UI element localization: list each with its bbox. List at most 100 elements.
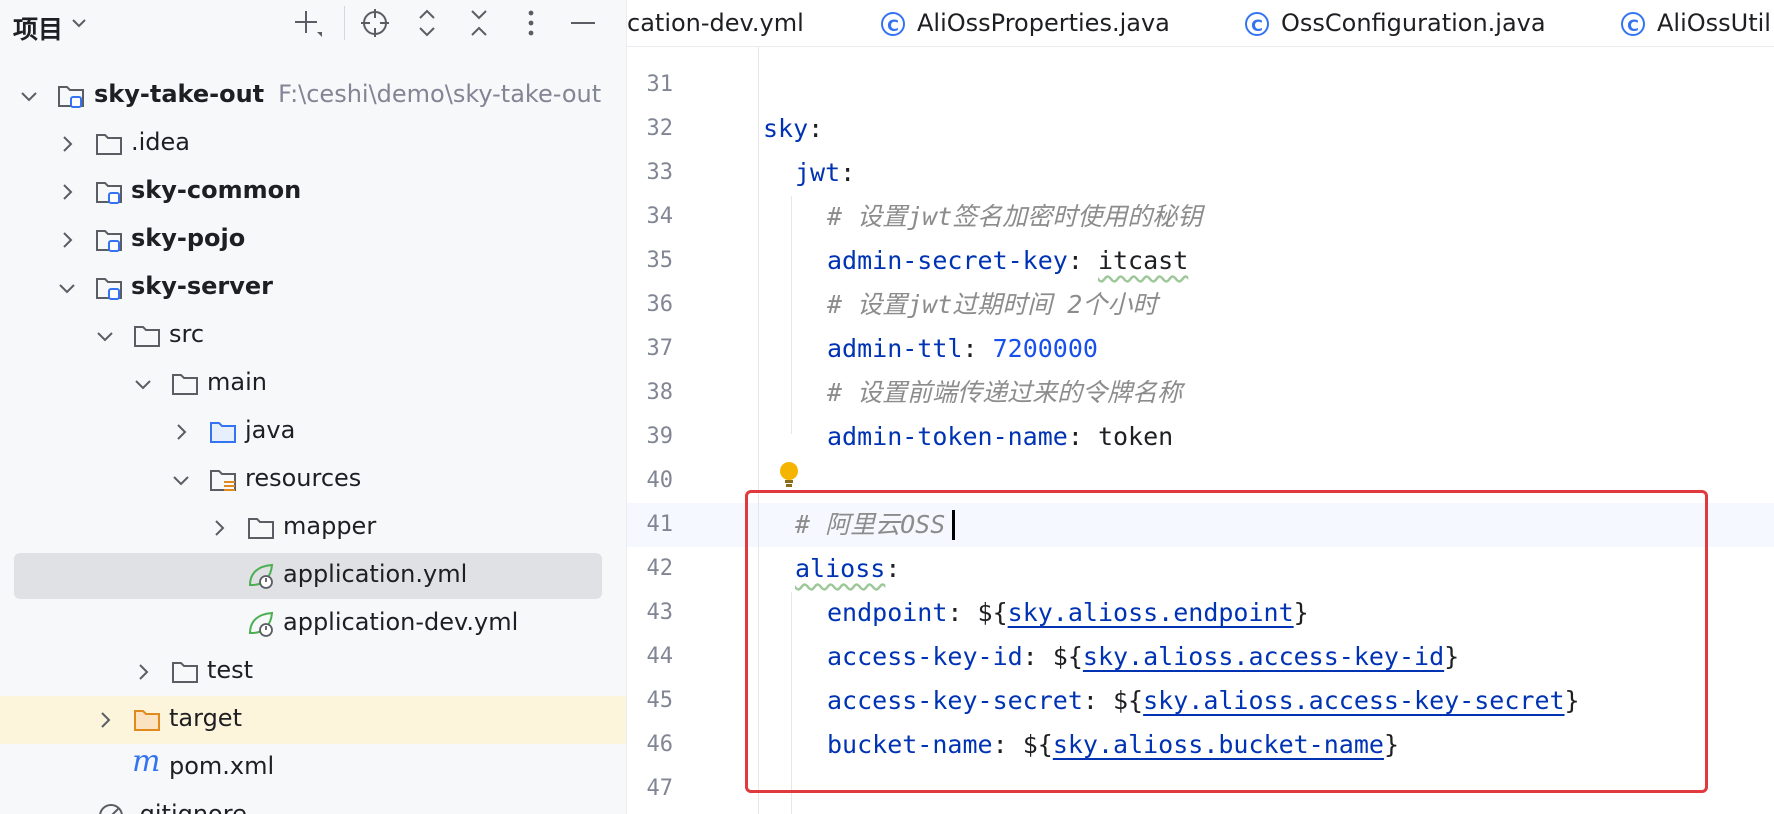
line-number[interactable]: 32 bbox=[627, 107, 674, 151]
line-number[interactable]: 43 bbox=[627, 591, 674, 635]
tree-item-sky-take-out[interactable]: sky-take-out F:\ceshi\demo\sky-take-out bbox=[0, 72, 626, 120]
tree-item-label: main bbox=[207, 368, 267, 396]
folder-icon bbox=[172, 662, 198, 683]
chevron-right-icon[interactable] bbox=[170, 421, 192, 443]
line-number[interactable]: 47 bbox=[627, 767, 674, 811]
tree-item-label: mapper bbox=[283, 512, 377, 540]
excluded-folder-icon bbox=[134, 710, 160, 731]
tree-item-label: java bbox=[245, 416, 296, 444]
tree-item-sky-server[interactable]: sky-server bbox=[0, 264, 626, 312]
tree-item-sky-common[interactable]: sky-common bbox=[0, 168, 626, 216]
line-number[interactable]: 35 bbox=[627, 239, 674, 283]
spring-yaml-icon bbox=[248, 563, 274, 589]
project-panel-header: 项目 bbox=[0, 0, 626, 46]
line-number[interactable]: 33 bbox=[627, 151, 674, 195]
code-editor[interactable]: cation-dev.yml C AliOssProperties.java CO… bbox=[627, 0, 1774, 814]
tree-item-label: application-dev.yml bbox=[283, 608, 519, 636]
tree-item-idea[interactable]: .idea bbox=[0, 120, 626, 168]
line-number[interactable]: 31 bbox=[627, 63, 674, 107]
line-number[interactable]: 46 bbox=[627, 723, 674, 767]
tree-item-src[interactable]: src bbox=[0, 312, 626, 360]
locate-icon[interactable] bbox=[358, 6, 392, 40]
line-number[interactable]: 44 bbox=[627, 635, 674, 679]
chevron-down-icon[interactable] bbox=[70, 14, 88, 32]
tree-item-gitignore[interactable]: .gitignore bbox=[0, 792, 626, 814]
chevron-down-icon[interactable] bbox=[18, 85, 40, 107]
chevron-down-icon[interactable] bbox=[94, 325, 116, 347]
code-line-37: admin-ttl: 7200000 bbox=[827, 334, 1098, 363]
collapse-all-icon[interactable] bbox=[462, 6, 496, 40]
tree-item-label: .idea bbox=[131, 128, 191, 156]
tree-item-test[interactable]: test bbox=[0, 648, 626, 696]
indent-guide bbox=[791, 196, 792, 434]
code-line-39: admin-token-name: token bbox=[827, 422, 1174, 451]
module-folder-icon bbox=[96, 230, 122, 252]
code-line-36: # 设置jwt过期时间 2个小时 bbox=[827, 290, 1158, 319]
tab-oss-configuration[interactable]: C OssConfiguration.java bbox=[1245, 0, 1546, 46]
indent-guide bbox=[758, 47, 759, 814]
tab-label: AliOssProperties.java bbox=[917, 9, 1170, 37]
code-line-38: # 设置前端传递过来的令牌名称 bbox=[827, 378, 1183, 407]
class-icon: C bbox=[1621, 12, 1645, 36]
folder-icon bbox=[96, 134, 122, 155]
toolbar-separator bbox=[344, 6, 345, 40]
chevron-right-icon[interactable] bbox=[208, 517, 230, 539]
folder-icon bbox=[248, 518, 274, 539]
code-line-32: sky: bbox=[763, 114, 824, 143]
chevron-right-icon[interactable] bbox=[56, 133, 78, 155]
tree-item-main[interactable]: main bbox=[0, 360, 626, 408]
tree-item-label: pom.xml bbox=[169, 752, 275, 780]
tree-item-label: application.yml bbox=[283, 560, 468, 588]
class-icon: C bbox=[881, 12, 905, 36]
tab-alioss-util[interactable]: C AliOssUtil bbox=[1621, 0, 1771, 46]
line-number[interactable]: 40 bbox=[627, 459, 674, 503]
indent-guide bbox=[791, 592, 792, 814]
tree-item-application-yml[interactable]: application.yml bbox=[0, 552, 626, 600]
resources-folder-icon bbox=[210, 470, 236, 491]
tree-item-label: sky-server bbox=[131, 272, 274, 300]
tree-item-java[interactable]: java bbox=[0, 408, 626, 456]
tree-item-target[interactable]: target bbox=[0, 696, 626, 744]
tree-item-label: src bbox=[169, 320, 205, 348]
project-panel-title[interactable]: 项目 bbox=[13, 10, 63, 46]
tree-item-pom-xml[interactable]: m pom.xml bbox=[0, 744, 626, 792]
chevron-down-icon[interactable] bbox=[170, 469, 192, 491]
chevron-down-icon[interactable] bbox=[132, 373, 154, 395]
minimize-icon[interactable] bbox=[566, 6, 600, 40]
more-options-icon[interactable] bbox=[514, 6, 548, 40]
tab-label: OssConfiguration.java bbox=[1281, 9, 1546, 37]
chevron-down-icon[interactable] bbox=[56, 277, 78, 299]
code-line-33: jwt: bbox=[795, 158, 856, 187]
class-icon: C bbox=[1245, 12, 1269, 36]
chevron-right-icon[interactable] bbox=[56, 229, 78, 251]
line-number[interactable]: 36 bbox=[627, 283, 674, 327]
line-number[interactable]: 34 bbox=[627, 195, 674, 239]
tab-application-dev-yml[interactable]: cation-dev.yml bbox=[627, 0, 804, 46]
tree-item-sky-pojo[interactable]: sky-pojo bbox=[0, 216, 626, 264]
add-icon[interactable] bbox=[291, 6, 325, 40]
line-number[interactable]: 38 bbox=[627, 371, 674, 415]
tab-alioss-properties[interactable]: C AliOssProperties.java bbox=[881, 0, 1170, 46]
code-line-44: access-key-id: ${sky.alioss.access-key-i… bbox=[827, 642, 1460, 671]
spring-yaml-icon bbox=[248, 611, 274, 637]
code-line-43: endpoint: ${sky.alioss.endpoint} bbox=[827, 598, 1309, 627]
line-number[interactable]: 42 bbox=[627, 547, 674, 591]
source-folder-icon bbox=[210, 422, 236, 443]
chevron-right-icon[interactable] bbox=[94, 709, 116, 731]
tree-item-path: F:\ceshi\demo\sky-take-out bbox=[278, 80, 602, 108]
expand-all-icon[interactable] bbox=[410, 6, 444, 40]
tree-item-application-dev-yml[interactable]: application-dev.yml bbox=[0, 600, 626, 648]
tree-item-mapper[interactable]: mapper bbox=[0, 504, 626, 552]
line-number[interactable]: 45 bbox=[627, 679, 674, 723]
lightbulb-icon[interactable] bbox=[777, 460, 801, 492]
tree-item-resources[interactable]: resources bbox=[0, 456, 626, 504]
tree-item-label: sky-take-out F:\ceshi\demo\sky-take-out bbox=[94, 80, 602, 108]
line-number[interactable]: 41 bbox=[627, 503, 674, 547]
chevron-right-icon[interactable] bbox=[56, 181, 78, 203]
module-folder-icon bbox=[96, 278, 122, 300]
line-number-gutter: 31 32 33 34 35 36 37 38 39 40 41 42 43 44 45 46 47 bbox=[627, 46, 699, 814]
code-line-35: admin-secret-key: itcast bbox=[827, 246, 1189, 275]
line-number[interactable]: 39 bbox=[627, 415, 674, 459]
line-number[interactable]: 37 bbox=[627, 327, 674, 371]
chevron-right-icon[interactable] bbox=[132, 661, 154, 683]
